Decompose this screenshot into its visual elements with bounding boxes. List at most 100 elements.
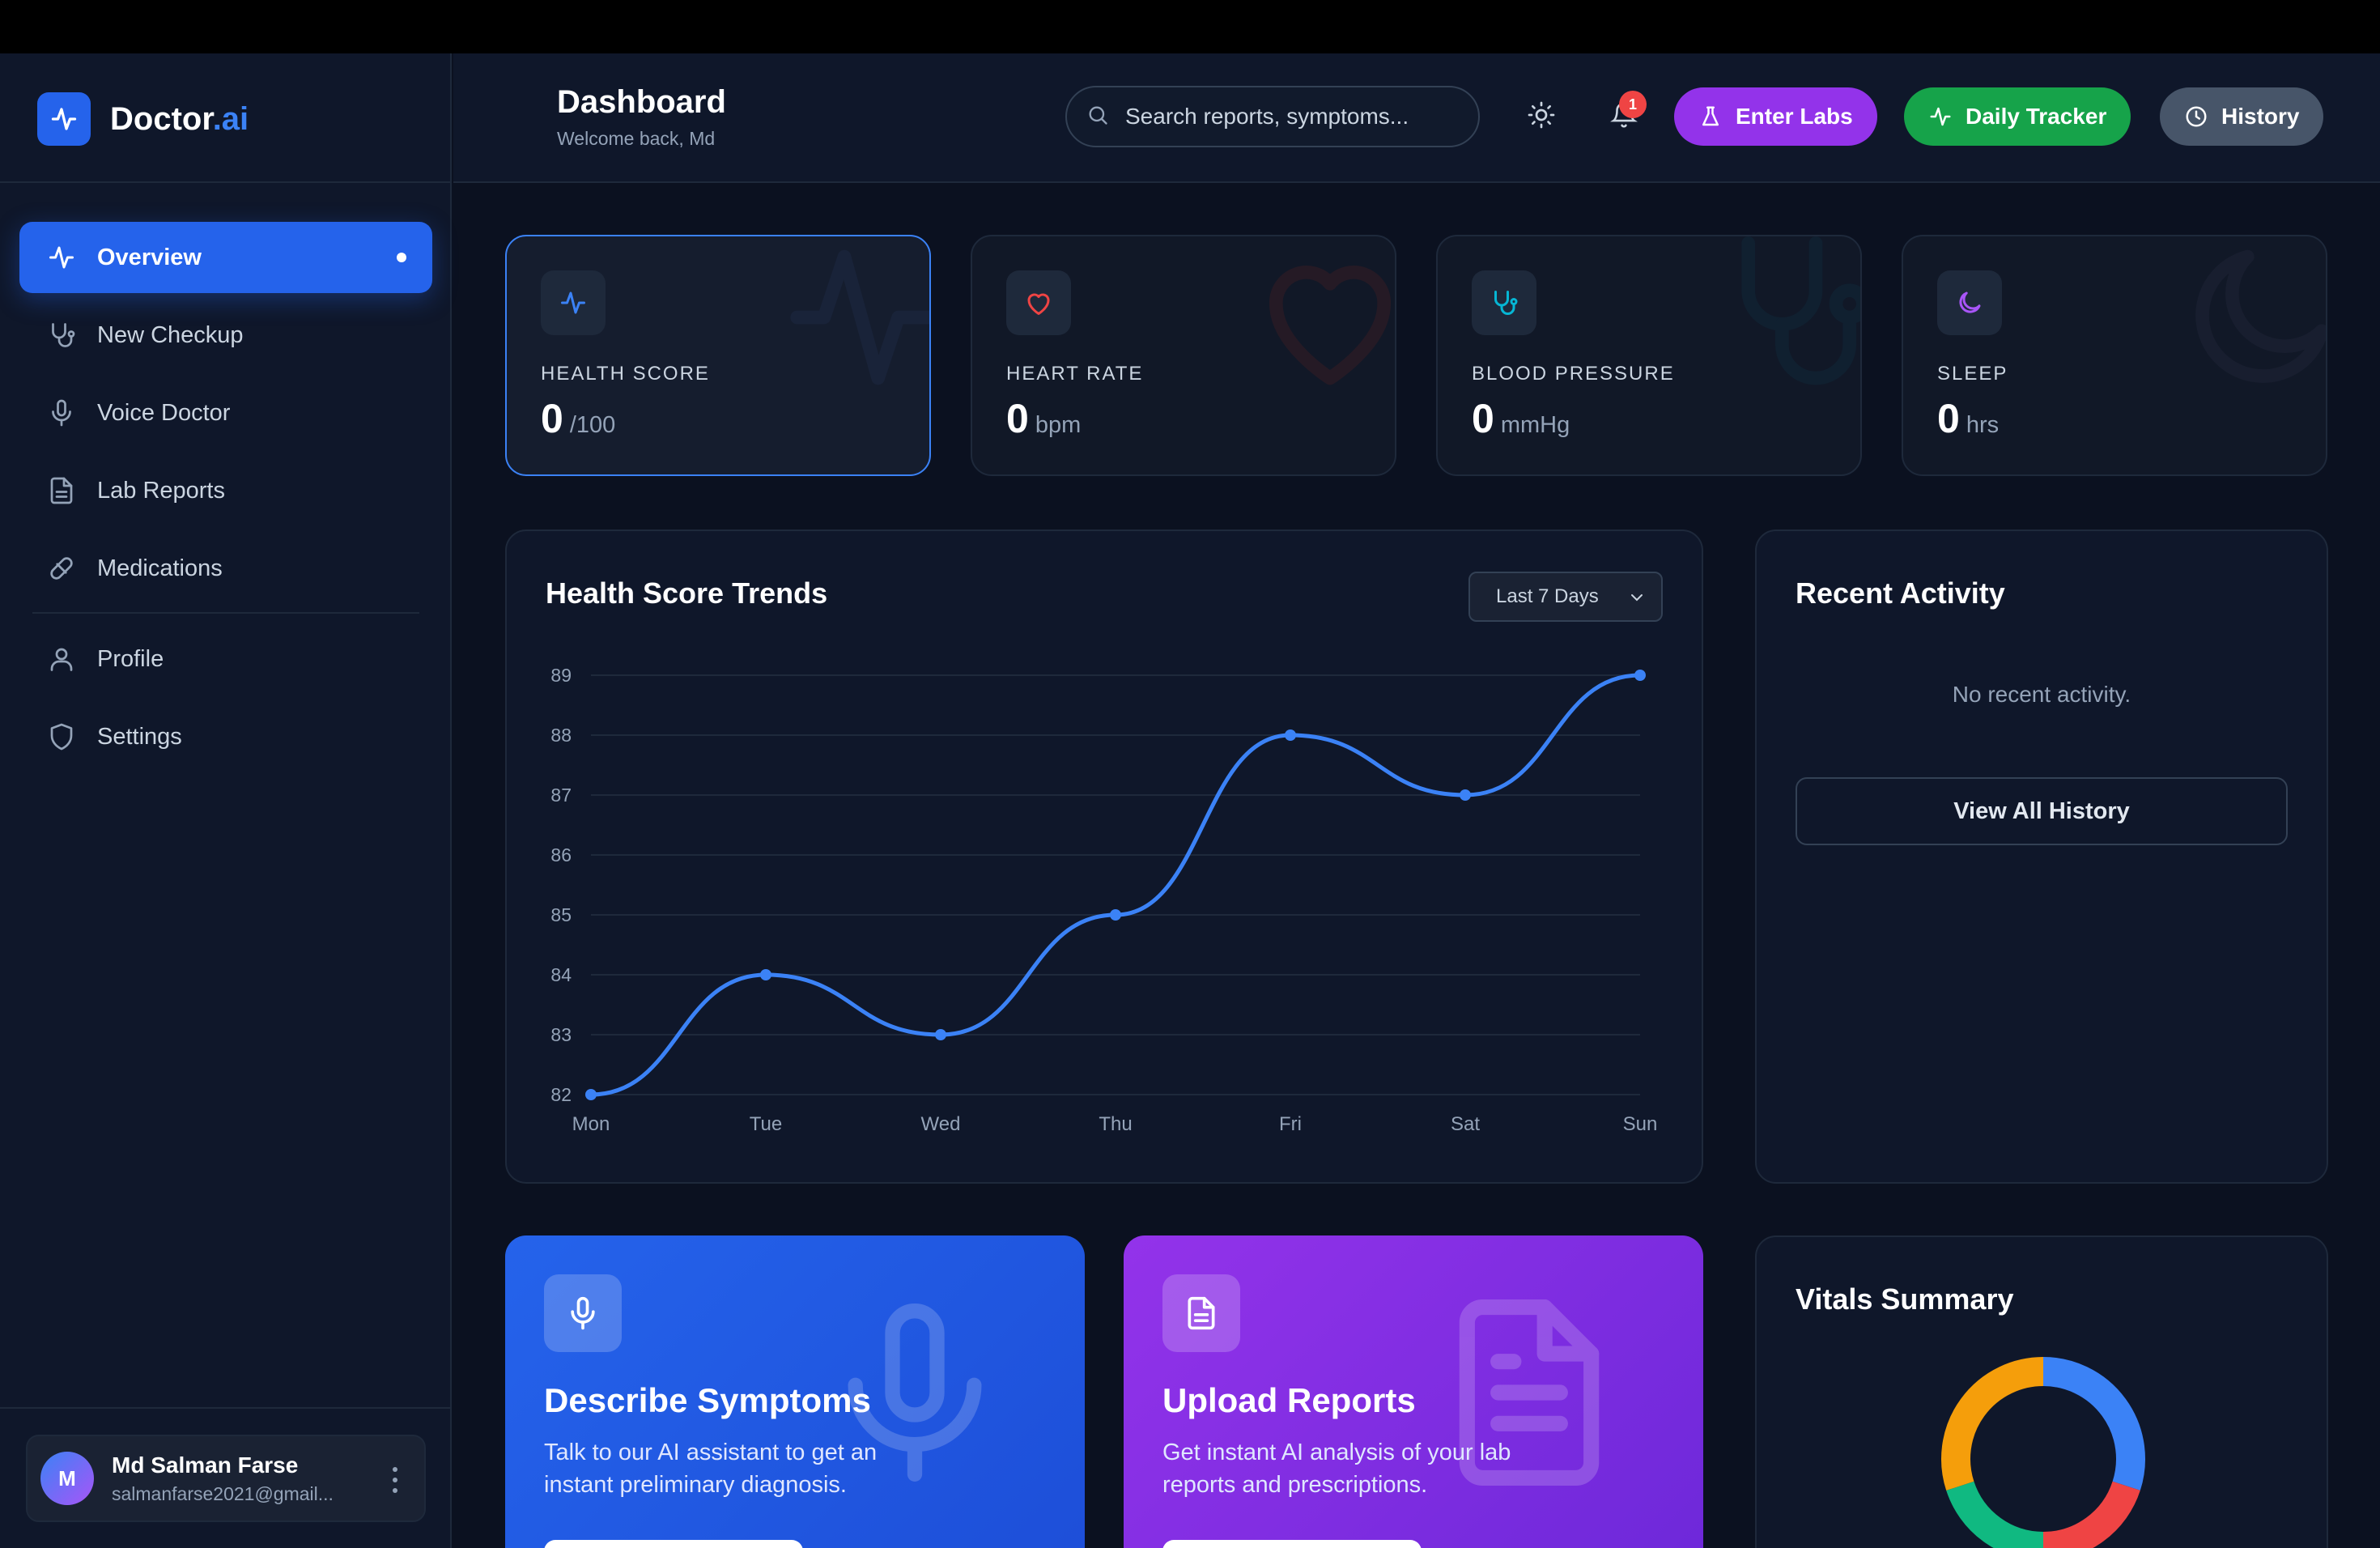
search-icon <box>1086 104 1109 130</box>
describe-symptoms-card[interactable]: Describe Symptoms Talk to our AI assista… <box>505 1235 1085 1548</box>
stat-value: 0 hrs <box>1937 396 2000 441</box>
data-point <box>1634 670 1646 681</box>
stat-title: BLOOD PRESSURE <box>1472 363 1675 385</box>
sidebar-item-lab-reports[interactable]: Lab Reports <box>19 455 432 526</box>
start-button[interactable] <box>544 1540 803 1548</box>
sidebar: Doctor.ai Overview New Checkup Voice Doc… <box>0 53 452 1548</box>
flask-icon <box>1698 104 1723 129</box>
sidebar-item-label: New Checkup <box>97 321 244 348</box>
upload-button[interactable] <box>1162 1540 1422 1548</box>
more-vertical-icon[interactable] <box>387 1464 403 1496</box>
x-tick-label: Mon <box>572 1113 610 1135</box>
donut-segment <box>1941 1357 2044 1491</box>
stat-value: 0/100 <box>541 396 616 441</box>
activity-icon <box>37 92 91 146</box>
activity-icon <box>784 236 929 402</box>
stethoscope-icon <box>1715 236 1860 402</box>
page-subtitle: Welcome back, Md <box>557 128 716 149</box>
page-title: Dashboard <box>557 84 726 120</box>
history-label: History <box>2221 104 2300 129</box>
data-point <box>1285 729 1296 741</box>
donut-segment <box>2042 1357 2145 1491</box>
y-tick-label: 87 <box>550 785 572 806</box>
pill-icon <box>45 552 78 585</box>
sidebar-item-overview[interactable]: Overview <box>19 222 432 293</box>
series-line <box>590 673 1641 1097</box>
activity-title: Recent Activity <box>1796 576 2005 610</box>
avatar: M <box>40 1452 94 1505</box>
stat-card-sleep[interactable]: SLEEP 0 hrs <box>1902 235 2327 476</box>
theme-toggle-button[interactable] <box>1520 96 1562 138</box>
sidebar-item-label: Settings <box>97 723 182 750</box>
x-tick-label: Thu <box>1099 1113 1132 1135</box>
x-tick-label: Sat <box>1451 1113 1480 1135</box>
sidebar-item-label: Medications <box>97 555 223 581</box>
y-tick-label: 86 <box>550 844 572 865</box>
divider <box>0 181 452 183</box>
sidebar-item-label: Lab Reports <box>97 477 225 504</box>
daily-tracker-label: Daily Tracker <box>1966 104 2107 129</box>
sidebar-item-label: Profile <box>97 645 164 672</box>
x-tick-label: Sun <box>1623 1113 1658 1135</box>
nav-separator <box>32 612 419 614</box>
notifications-button[interactable]: 1 <box>1603 91 1647 138</box>
user-name: Md Salman Farse <box>112 1452 299 1478</box>
moon-icon <box>1937 270 2002 335</box>
sidebar-item-settings[interactable]: Settings <box>19 701 432 772</box>
data-point <box>1110 909 1121 921</box>
donut-segment <box>1946 1481 2044 1548</box>
empty-activity-message: No recent activity. <box>1952 682 2131 707</box>
y-tick-label: 83 <box>550 1024 572 1045</box>
sidebar-item-label: Overview <box>97 244 202 270</box>
search-input[interactable] <box>1125 104 1449 130</box>
clock-icon <box>2184 104 2208 129</box>
action-title: Describe Symptoms <box>544 1381 871 1419</box>
divider <box>0 1407 452 1409</box>
enter-labs-button[interactable]: Enter Labs <box>1674 87 1877 146</box>
upload-reports-card[interactable]: Upload Reports Get instant AI analysis o… <box>1124 1235 1703 1548</box>
y-tick-label: 84 <box>550 964 572 985</box>
sidebar-item-new-checkup[interactable]: New Checkup <box>19 300 432 371</box>
microphone-icon <box>45 397 78 429</box>
health-trends-card: Health Score Trends Last 7 Days 82 83 84 85… <box>505 529 1703 1184</box>
sidebar-item-medications[interactable]: Medications <box>19 533 432 604</box>
user-icon <box>45 643 78 675</box>
history-button[interactable]: History <box>2160 87 2324 146</box>
enter-labs-label: Enter Labs <box>1736 104 1853 129</box>
data-point <box>1460 789 1471 801</box>
stat-card-heart-rate[interactable]: HEART RATE 0 bpm <box>971 235 1396 476</box>
user-card[interactable]: M Md Salman Farse salmanfarse2021@gmail.… <box>26 1435 426 1522</box>
line-chart: 82 83 84 85 86 87 88 89 Mon Tue Wed Thu Fri Sat Sun <box>550 665 1658 1135</box>
shield-icon <box>45 721 78 753</box>
stat-card-health-score[interactable]: HEALTH SCORE 0/100 <box>505 235 931 476</box>
header: Dashboard Welcome back, Md 1 Enter Labs … <box>453 53 2380 183</box>
x-tick-label: Tue <box>750 1113 782 1135</box>
data-point <box>760 969 771 980</box>
donut-segment <box>2042 1481 2140 1548</box>
daily-tracker-button[interactable]: Daily Tracker <box>1904 87 2131 146</box>
vitals-title: Vitals Summary <box>1796 1282 2014 1316</box>
notification-badge: 1 <box>1619 91 1647 118</box>
x-tick-label: Fri <box>1279 1113 1302 1135</box>
heart-icon <box>1006 270 1071 335</box>
sidebar-item-profile[interactable]: Profile <box>19 623 432 695</box>
microphone-icon <box>544 1274 622 1352</box>
sidebar-item-voice-doctor[interactable]: Voice Doctor <box>19 377 432 449</box>
y-tick-label: 82 <box>550 1084 572 1105</box>
view-all-history-button[interactable]: View All History <box>1796 777 2288 845</box>
stethoscope-icon <box>1472 270 1536 335</box>
data-point <box>585 1089 597 1100</box>
stat-card-blood-pressure[interactable]: BLOOD PRESSURE 0 mmHg <box>1436 235 1862 476</box>
top-black-bar <box>0 0 2380 53</box>
sidebar-item-label: Voice Doctor <box>97 399 231 426</box>
document-icon <box>45 474 78 507</box>
action-title: Upload Reports <box>1162 1381 1416 1419</box>
sun-icon <box>1527 100 1556 134</box>
brand[interactable]: Doctor.ai <box>37 91 249 147</box>
stat-title: SLEEP <box>1937 363 2008 385</box>
stat-value: 0 bpm <box>1006 396 1082 441</box>
vitals-summary-card: Vitals Summary <box>1755 1235 2328 1548</box>
active-dot <box>397 253 406 262</box>
stat-title: HEART RATE <box>1006 363 1144 385</box>
search-box[interactable] <box>1065 86 1480 147</box>
